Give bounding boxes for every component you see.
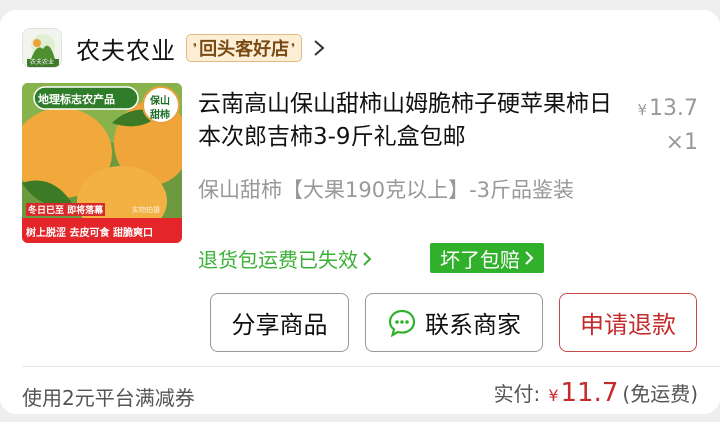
share-product-button[interactable]: 分享商品	[210, 293, 349, 352]
store-logo-text: 农夫农业	[29, 59, 54, 66]
chevron-right-icon[interactable]	[312, 38, 326, 58]
store-badge-label: 回头客好店	[199, 39, 290, 60]
contact-seller-button[interactable]: 联系商家	[365, 293, 543, 352]
contact-seller-label: 联系商家	[425, 311, 521, 339]
price-value: 13.7	[649, 96, 698, 121]
paid-label: 实付:	[493, 382, 541, 406]
thumb-watermark: 实物拍摄	[132, 206, 160, 214]
chevron-right-icon	[525, 251, 534, 265]
price-symbol: ¥	[637, 101, 648, 119]
shipping-note: (免运费)	[622, 382, 698, 406]
paid-total: 实付: ¥ 11.7 (免运费)	[494, 378, 698, 408]
return-shipping-label: 退货包运费已失效	[198, 248, 358, 272]
product-spec: 保山甜柿【大果190克以上】-3斤品鉴装	[198, 178, 575, 202]
product-quantity: ×1	[665, 130, 698, 155]
divider	[22, 366, 720, 367]
thumb-promo-line2: 树上脱涩 去皮可食 甜脆爽口	[26, 228, 153, 239]
store-logo: 农夫农业	[22, 28, 62, 68]
request-refund-label: 申请退款	[580, 311, 676, 339]
chat-icon	[388, 309, 416, 337]
paid-symbol: ¥	[548, 386, 559, 405]
thumb-banner-text: 地理标志农产品	[38, 93, 115, 106]
order-card: 农夫农业 农夫农业 ❜ 回头客好店 ❜ 地理标志农产品 保山 甜柿 实物拍摄 冬日已…	[0, 10, 720, 414]
broken-guarantee-tag[interactable]: 坏了包赔	[430, 243, 544, 273]
thumb-badge-line1: 保山	[150, 96, 170, 107]
request-refund-button[interactable]: 申请退款	[559, 293, 697, 352]
return-shipping-link[interactable]: 退货包运费已失效	[198, 244, 372, 273]
coupon-text[interactable]: 使用2元平台满减券	[22, 382, 195, 411]
broken-guarantee-label: 坏了包赔	[440, 247, 520, 272]
thumb-promo-line1: 冬日已至 即将落幕	[26, 203, 106, 216]
badge-quote-right-icon: ❜	[291, 41, 296, 55]
product-thumbnail[interactable]: 地理标志农产品 保山 甜柿 实物拍摄 冬日已至 即将落幕 树上脱涩 去皮可食 甜…	[22, 83, 182, 243]
store-badge: ❜ 回头客好店 ❜	[186, 34, 303, 62]
share-product-label: 分享商品	[231, 311, 328, 339]
store-header[interactable]: 农夫农业 农夫农业 ❜ 回头客好店 ❜	[22, 28, 326, 68]
thumb-badge-line2: 甜柿	[150, 110, 170, 121]
chevron-right-icon	[363, 251, 372, 266]
store-name[interactable]: 农夫农业	[76, 31, 176, 66]
badge-quote-left-icon: ❜	[193, 41, 198, 55]
paid-amount: 11.7	[560, 378, 619, 408]
product-price: ¥13.7	[637, 96, 698, 121]
product-title[interactable]: 云南高山保山甜柿山姆脆柿子硬苹果柿日本次郎吉柿3-9斤礼盒包邮	[198, 88, 618, 154]
